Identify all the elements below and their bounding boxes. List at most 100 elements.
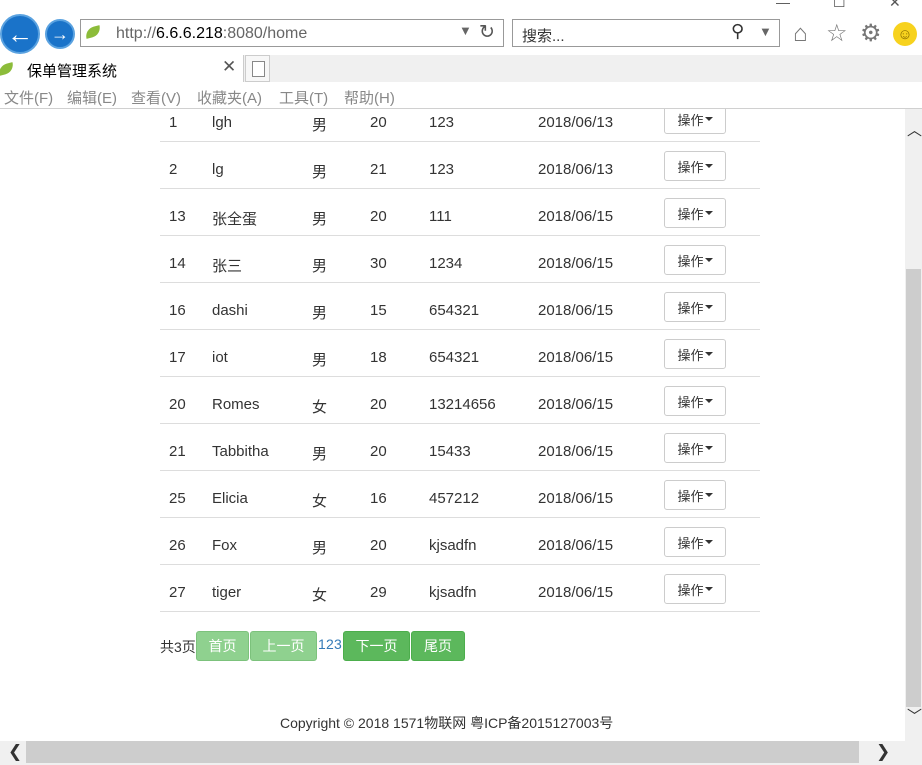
action-dropdown-button[interactable]: 操作 xyxy=(664,151,726,181)
vertical-scroll-thumb[interactable] xyxy=(906,269,921,707)
tab-title: 保单管理系统 xyxy=(27,63,118,80)
star-icon[interactable]: ☆ xyxy=(826,20,848,48)
window-close-icon[interactable]: ✕ xyxy=(889,0,901,11)
tab-close-icon[interactable]: ✕ xyxy=(222,57,236,77)
minimize-icon[interactable]: — xyxy=(776,0,790,10)
cell-sex: 女 xyxy=(312,399,328,416)
last-page-button[interactable]: 尾页 xyxy=(411,631,465,661)
cell-age: 20 xyxy=(370,443,387,460)
action-label: 操作 xyxy=(677,441,704,457)
action-dropdown-button[interactable]: 操作 xyxy=(664,198,726,228)
cell-date: 2018/06/15 xyxy=(538,443,614,460)
action-label: 操作 xyxy=(677,206,704,222)
action-dropdown-button[interactable]: 操作 xyxy=(664,339,726,369)
search-placeholder: 搜索... xyxy=(522,28,565,45)
gear-icon[interactable]: ⚙ xyxy=(860,20,882,48)
cell-password: kjsadfn xyxy=(429,584,477,601)
caret-down-icon xyxy=(704,587,713,591)
search-dropdown-icon[interactable]: ▼ xyxy=(759,24,772,39)
address-url[interactable]: http://6.6.6.218:8080/home xyxy=(116,25,307,43)
forward-arrow-icon[interactable]: → xyxy=(45,19,75,49)
action-dropdown-button[interactable]: 操作 xyxy=(664,527,726,557)
action-dropdown-button[interactable]: 操作 xyxy=(664,292,726,322)
action-dropdown-button[interactable]: 操作 xyxy=(664,386,726,416)
cell-id: 20 xyxy=(169,396,186,413)
page-content: 1 lgh 男 20 123 2018/06/13 操作 2 lg 男 21 123 2018/06/1… xyxy=(0,109,905,741)
action-label: 操作 xyxy=(677,394,704,410)
caret-down-icon xyxy=(704,164,713,168)
scroll-right-icon[interactable]: ❯ xyxy=(876,742,890,762)
menu-file[interactable]: 文件(F) xyxy=(4,87,53,108)
caret-down-icon xyxy=(704,540,713,544)
cell-password: 123 xyxy=(429,161,455,178)
tab-bar: 保单管理系统 ✕ xyxy=(0,55,922,82)
table-row: 16 dashi 男 15 654321 2018/06/15 操作 xyxy=(160,283,760,330)
cell-date: 2018/06/15 xyxy=(538,349,614,366)
vertical-scrollbar[interactable]: ︿ ﹀ xyxy=(905,109,922,741)
scroll-left-icon[interactable]: ❮ xyxy=(8,742,22,762)
action-dropdown-button[interactable]: 操作 xyxy=(664,480,726,510)
home-icon[interactable]: ⌂ xyxy=(793,20,808,48)
cell-date: 2018/06/15 xyxy=(538,537,614,554)
page-link-3[interactable]: 3 xyxy=(334,636,342,652)
cell-password: 457212 xyxy=(429,490,480,507)
horizontal-scrollbar[interactable]: ❮ ❯ xyxy=(0,741,922,765)
refresh-icon[interactable]: ↻ xyxy=(479,21,495,44)
action-label: 操作 xyxy=(677,488,704,504)
search-input[interactable]: 搜索... ⚲ ▼ xyxy=(512,19,780,47)
action-label: 操作 xyxy=(677,159,704,175)
cell-date: 2018/06/15 xyxy=(538,396,614,413)
action-label: 操作 xyxy=(677,535,704,551)
cell-age: 20 xyxy=(370,114,387,131)
address-dropdown-icon[interactable]: ▼ xyxy=(459,23,472,38)
menu-tools[interactable]: 工具(T) xyxy=(279,87,328,108)
action-dropdown-button[interactable]: 操作 xyxy=(664,109,726,134)
action-dropdown-button[interactable]: 操作 xyxy=(664,245,726,275)
action-label: 操作 xyxy=(677,300,704,316)
table-row: 2 lg 男 21 123 2018/06/13 操作 xyxy=(160,142,760,189)
cell-name: Fox xyxy=(212,537,238,554)
cell-sex: 男 xyxy=(312,211,328,228)
table-row: 20 Romes 女 20 13214656 2018/06/15 操作 xyxy=(160,377,760,424)
caret-down-icon xyxy=(704,258,713,262)
maximize-icon[interactable]: ☐ xyxy=(833,0,846,11)
menu-view[interactable]: 查看(V) xyxy=(131,87,181,108)
menu-help[interactable]: 帮助(H) xyxy=(344,87,395,108)
cell-id: 27 xyxy=(169,584,186,601)
menu-favorites[interactable]: 收藏夹(A) xyxy=(197,87,262,108)
cell-age: 21 xyxy=(370,161,387,178)
first-page-button[interactable]: 首页 xyxy=(196,631,249,661)
table-row: 17 iot 男 18 654321 2018/06/15 操作 xyxy=(160,330,760,377)
action-dropdown-button[interactable]: 操作 xyxy=(664,433,726,463)
cell-sex: 男 xyxy=(312,446,328,463)
page-link-2[interactable]: 2 xyxy=(326,636,334,652)
cell-date: 2018/06/13 xyxy=(538,161,614,178)
cell-password: 111 xyxy=(429,208,452,225)
new-tab-button[interactable] xyxy=(245,55,270,82)
page-link-1[interactable]: 1 xyxy=(318,636,326,652)
next-page-button[interactable]: 下一页 xyxy=(343,631,410,661)
action-label: 操作 xyxy=(677,347,704,363)
cell-name: tiger xyxy=(212,584,242,601)
caret-down-icon xyxy=(704,399,713,403)
caret-down-icon xyxy=(704,446,713,450)
action-dropdown-button[interactable]: 操作 xyxy=(664,574,726,604)
prev-page-button[interactable]: 上一页 xyxy=(250,631,317,661)
back-arrow-icon[interactable]: ← xyxy=(0,14,40,54)
new-tab-icon xyxy=(252,61,265,77)
cell-password: 15433 xyxy=(429,443,471,460)
menu-edit[interactable]: 编辑(E) xyxy=(67,87,117,108)
cell-age: 20 xyxy=(370,208,387,225)
cell-password: 123 xyxy=(429,114,455,131)
smiley-icon[interactable]: ☺ xyxy=(893,22,917,46)
footer-copyright: Copyright © 2018 1571物联网 粤ICP备2015127003… xyxy=(280,715,614,731)
address-bar[interactable]: http://6.6.6.218:8080/home ▼ ↻ xyxy=(80,19,504,47)
scroll-down-icon[interactable]: ﹀ xyxy=(907,705,922,726)
scroll-up-icon[interactable]: ︿ xyxy=(907,119,922,140)
table-row: 21 Tabbitha 男 20 15433 2018/06/15 操作 xyxy=(160,424,760,471)
tab-active[interactable]: 保单管理系统 ✕ xyxy=(0,55,244,82)
site-favicon-icon xyxy=(83,25,103,39)
caret-down-icon xyxy=(704,211,713,215)
horizontal-scroll-thumb[interactable] xyxy=(26,741,859,763)
search-icon[interactable]: ⚲ xyxy=(731,21,744,42)
